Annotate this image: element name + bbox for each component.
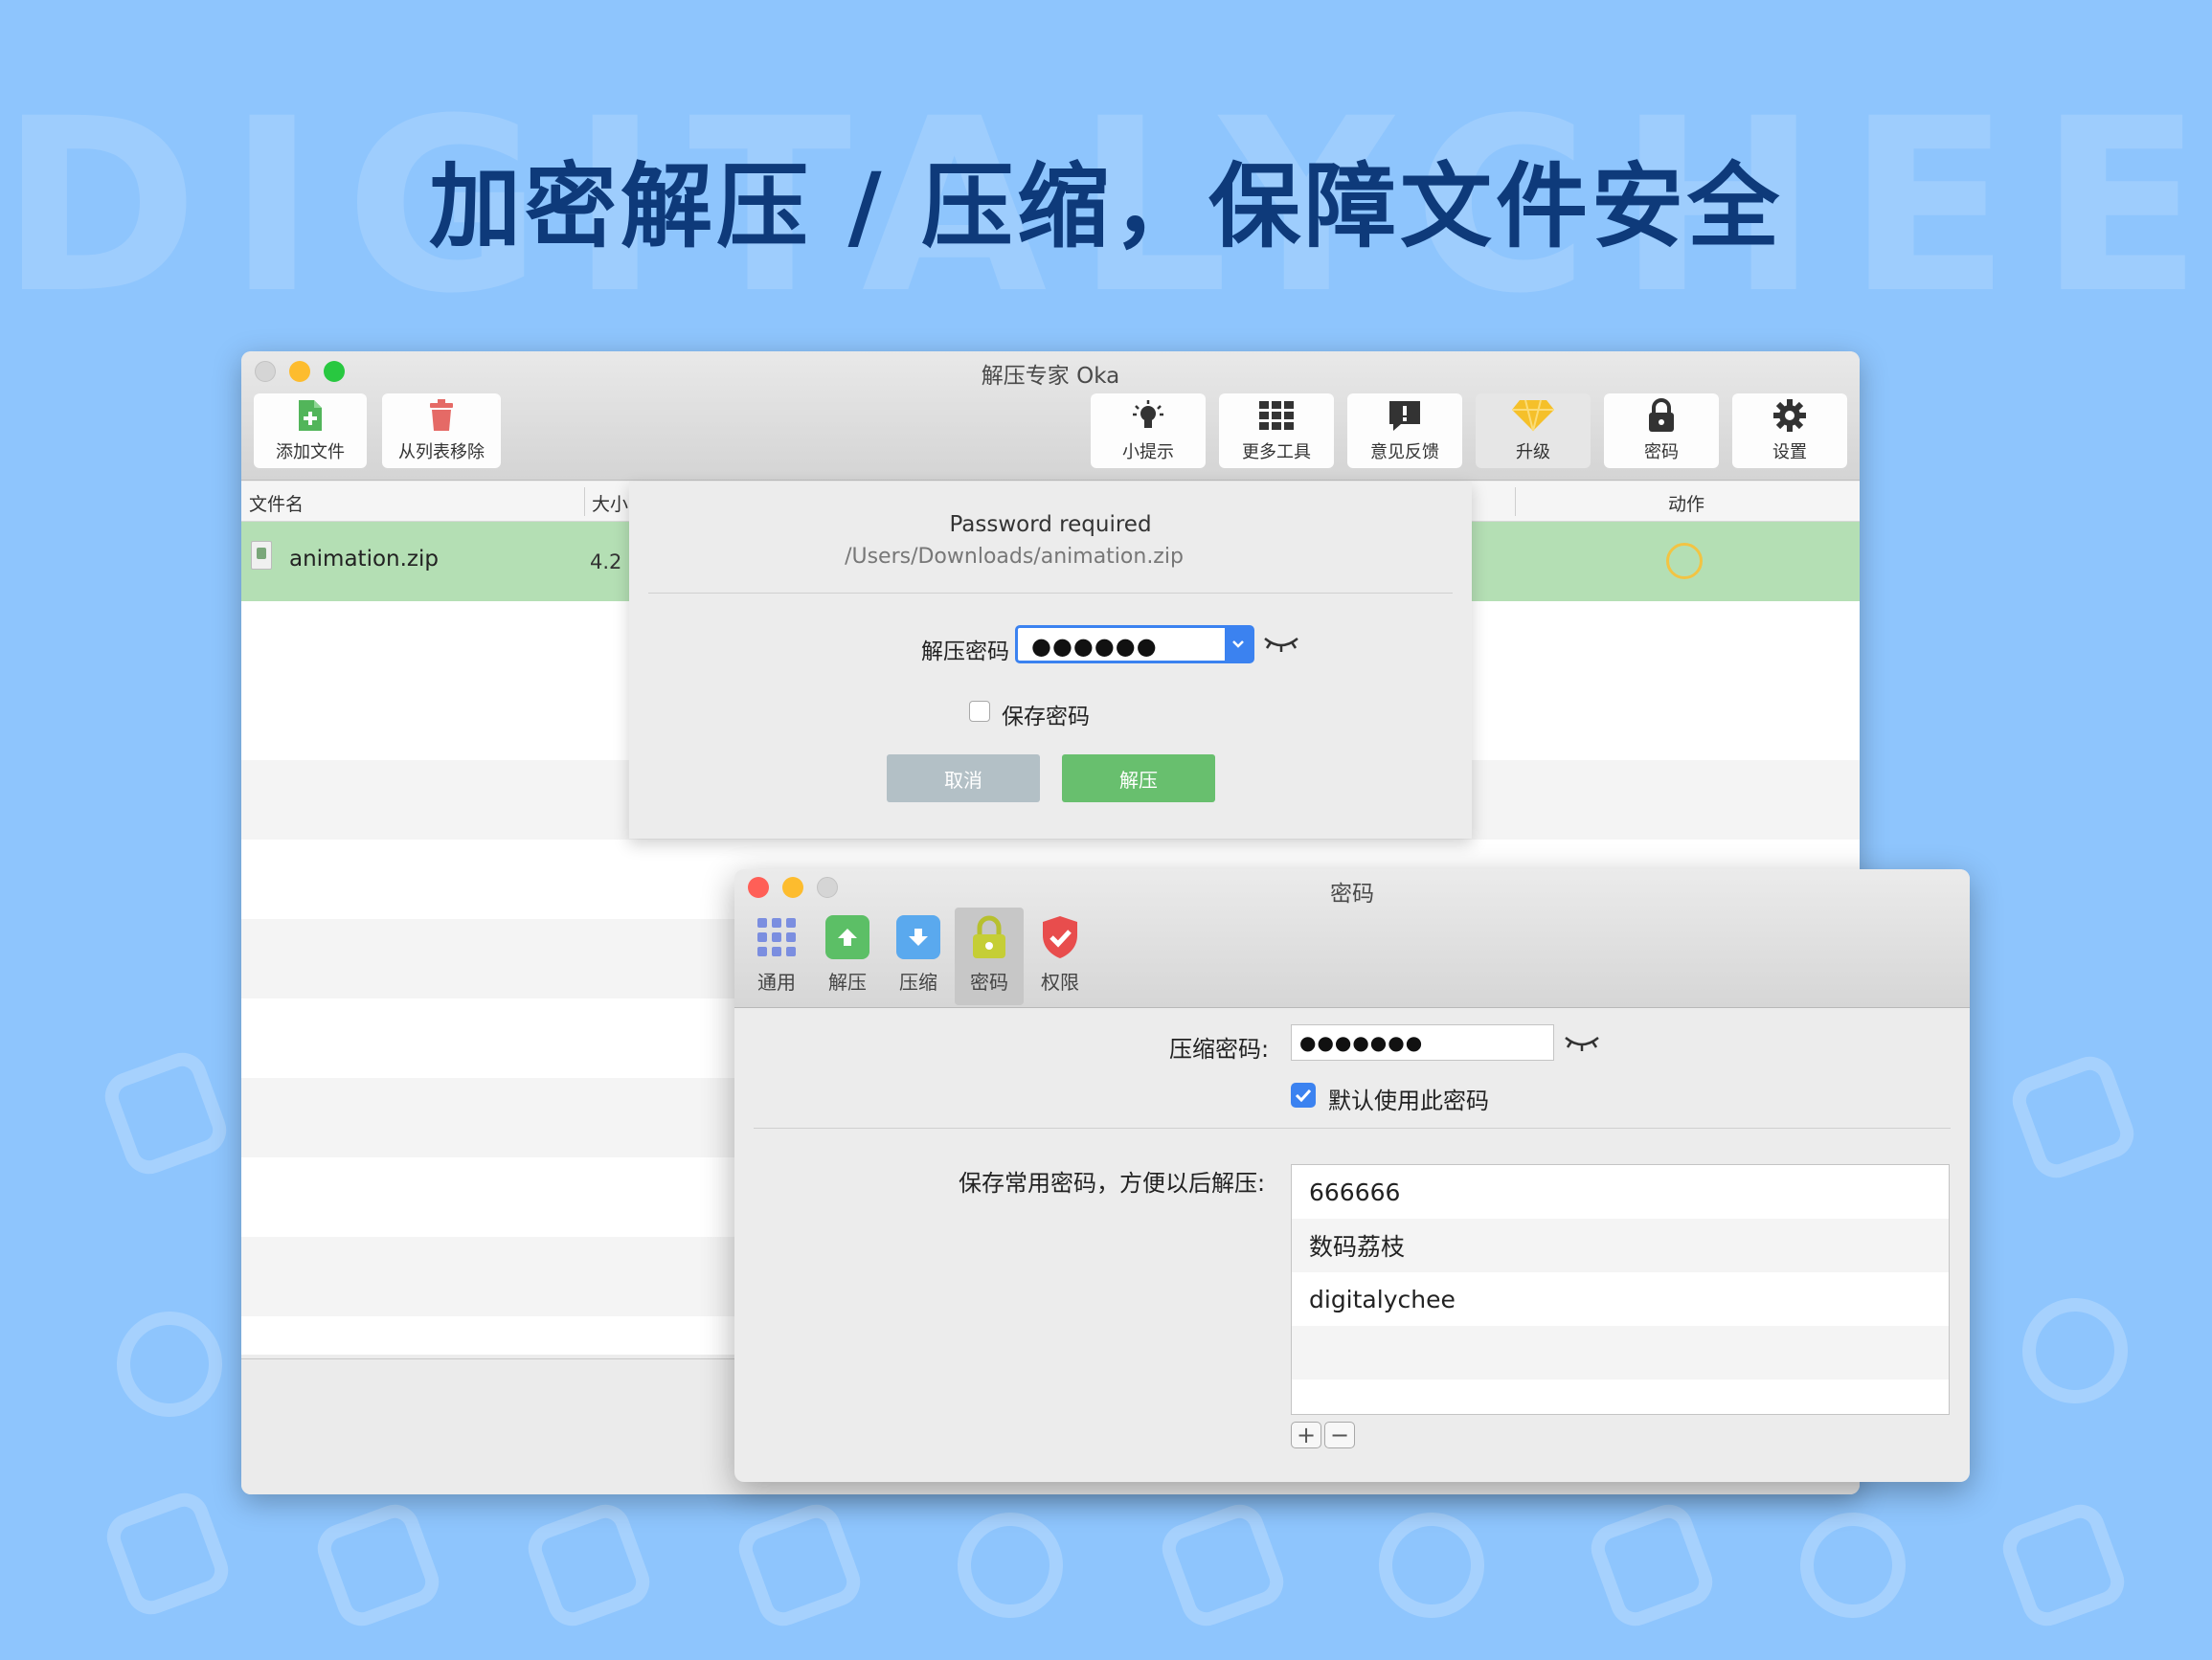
upgrade-button[interactable]: 升级: [1476, 393, 1591, 468]
upgrade-label: 升级: [1516, 442, 1550, 462]
tab-general[interactable]: 通用: [742, 908, 811, 1005]
sheet-file-path: /Users/Downloads/animation.zip: [845, 545, 1184, 569]
add-file-label: 添加文件: [276, 442, 345, 462]
cancel-button[interactable]: 取消: [887, 754, 1040, 802]
nodes-bg-icon: [732, 1497, 868, 1633]
page-headline: 加密解压 / 压缩，保障文件安全: [429, 153, 1783, 260]
save-password-label: 保存密码: [1002, 705, 1090, 729]
extract-button[interactable]: 解压: [1062, 754, 1215, 802]
extract-password-combobox[interactable]: ●●●●●●: [1015, 625, 1254, 663]
column-size[interactable]: 大小: [592, 490, 628, 516]
trophy-bg-icon: [1584, 1497, 1720, 1633]
grid-icon: [1259, 398, 1294, 433]
help-bg-icon: [1785, 1497, 1921, 1633]
empty-list-row: [1292, 1380, 1949, 1414]
compress-password-label: 压缩密码:: [1169, 1036, 1270, 1063]
shield-icon: [1038, 915, 1082, 959]
tab-extract-label: 解压: [828, 971, 867, 994]
diamond-icon: [1512, 398, 1554, 433]
usb-bg-icon: [310, 1497, 446, 1633]
trash-icon: [427, 398, 456, 433]
section-divider: [754, 1128, 1951, 1129]
tab-compress-label: 压缩: [899, 971, 937, 994]
password-toolbar-label: 密码: [1644, 442, 1679, 462]
tab-password-label: 密码: [970, 971, 1008, 994]
lock-icon: [967, 915, 1011, 959]
tips-label: 小提示: [1122, 442, 1174, 462]
feedback-label: 意见反馈: [1370, 442, 1439, 462]
remove-from-list-button[interactable]: 从列表移除: [382, 393, 501, 468]
preferences-window: 密码 通用 解压 压缩 密码 权限 压缩密码: ●●●●●●● 默认使用此密码 …: [734, 869, 1970, 1482]
list-item[interactable]: 666666: [1292, 1165, 1949, 1219]
lock-icon: [1647, 398, 1676, 433]
empty-list-row: [1292, 1326, 1949, 1380]
extract-password-value: ●●●●●●: [1031, 633, 1158, 660]
file-name: animation.zip: [289, 547, 439, 572]
tag-bg-icon: [1996, 1497, 2132, 1633]
microphone-bg-icon: [2007, 1283, 2143, 1419]
preferences-title: 密码: [1330, 882, 1374, 907]
list-item[interactable]: 数码荔枝: [1292, 1219, 1949, 1272]
sheet-divider: [648, 593, 1453, 594]
feedback-icon: [1388, 398, 1422, 433]
column-divider: [1515, 487, 1516, 516]
add-password-button[interactable]: +: [1291, 1422, 1321, 1448]
remove-from-list-label: 从列表移除: [398, 442, 485, 462]
music-bg-icon: [102, 1296, 237, 1432]
default-password-label: 默认使用此密码: [1328, 1088, 1489, 1114]
lock-bg-icon: [98, 1045, 234, 1181]
tab-permissions-label: 权限: [1041, 971, 1079, 994]
add-file-button[interactable]: 添加文件: [254, 393, 367, 468]
sheet-heading: Password required: [949, 512, 1152, 537]
grid-icon: [755, 915, 799, 959]
main-titlebar: 解压专家 Oka 添加文件 从列表移除 小提示 更多工具 意见反馈 升级 密码 …: [241, 351, 1860, 481]
lightbulb-icon: [1131, 398, 1165, 433]
chevron-down-icon[interactable]: [1225, 628, 1252, 661]
tab-extract[interactable]: 解压: [813, 908, 882, 1005]
show-password-eye-icon[interactable]: [1564, 1032, 1600, 1057]
feedback-button[interactable]: 意见反馈: [1347, 393, 1462, 468]
save-password-checkbox[interactable]: [969, 701, 990, 722]
zip-file-icon: [251, 541, 272, 570]
action-pending-icon[interactable]: [1666, 543, 1703, 579]
password-toolbar-button[interactable]: 密码: [1604, 393, 1719, 468]
glasses-bg-icon: [1364, 1497, 1500, 1633]
compress-icon: [896, 915, 940, 959]
file-lock-bg-icon: [521, 1497, 657, 1633]
saved-passwords-list[interactable]: 666666 数码荔枝 digitalychee: [1291, 1164, 1950, 1415]
tab-permissions[interactable]: 权限: [1026, 908, 1095, 1005]
more-tools-label: 更多工具: [1242, 442, 1311, 462]
extract-icon: [825, 915, 869, 959]
column-filename[interactable]: 文件名: [249, 490, 304, 516]
disk-bg-icon: [2005, 1049, 2141, 1185]
preferences-toolbar: 密码 通用 解压 压缩 密码 权限: [734, 869, 1970, 1008]
show-password-eye-icon[interactable]: [1263, 633, 1299, 658]
column-divider: [584, 487, 585, 516]
tab-general-label: 通用: [757, 971, 796, 994]
saved-passwords-label: 保存常用密码，方便以后解压:: [959, 1170, 1266, 1197]
list-item[interactable]: digitalychee: [1292, 1272, 1949, 1326]
main-window-title: 解压专家 Oka: [981, 364, 1120, 389]
password-required-sheet: Password required /Users/Downloads/anima…: [629, 482, 1472, 839]
tips-button[interactable]: 小提示: [1091, 393, 1206, 468]
default-password-checkbox[interactable]: [1291, 1083, 1316, 1108]
device-bg-icon: [100, 1486, 236, 1622]
remove-password-button[interactable]: −: [1324, 1422, 1355, 1448]
tab-password[interactable]: 密码: [955, 908, 1024, 1005]
compress-password-value: ●●●●●●●: [1299, 1031, 1424, 1054]
compress-password-input[interactable]: ●●●●●●●: [1291, 1024, 1554, 1061]
book-bg-icon: [1155, 1497, 1291, 1633]
command-bg-icon: [942, 1497, 1078, 1633]
column-action[interactable]: 动作: [1668, 490, 1704, 516]
gear-icon: [1772, 398, 1807, 433]
more-tools-button[interactable]: 更多工具: [1219, 393, 1334, 468]
add-file-icon: [296, 398, 325, 433]
extract-password-label: 解压密码: [921, 639, 1009, 664]
settings-label: 设置: [1772, 442, 1807, 462]
settings-button[interactable]: 设置: [1732, 393, 1847, 468]
tab-compress[interactable]: 压缩: [884, 908, 953, 1005]
